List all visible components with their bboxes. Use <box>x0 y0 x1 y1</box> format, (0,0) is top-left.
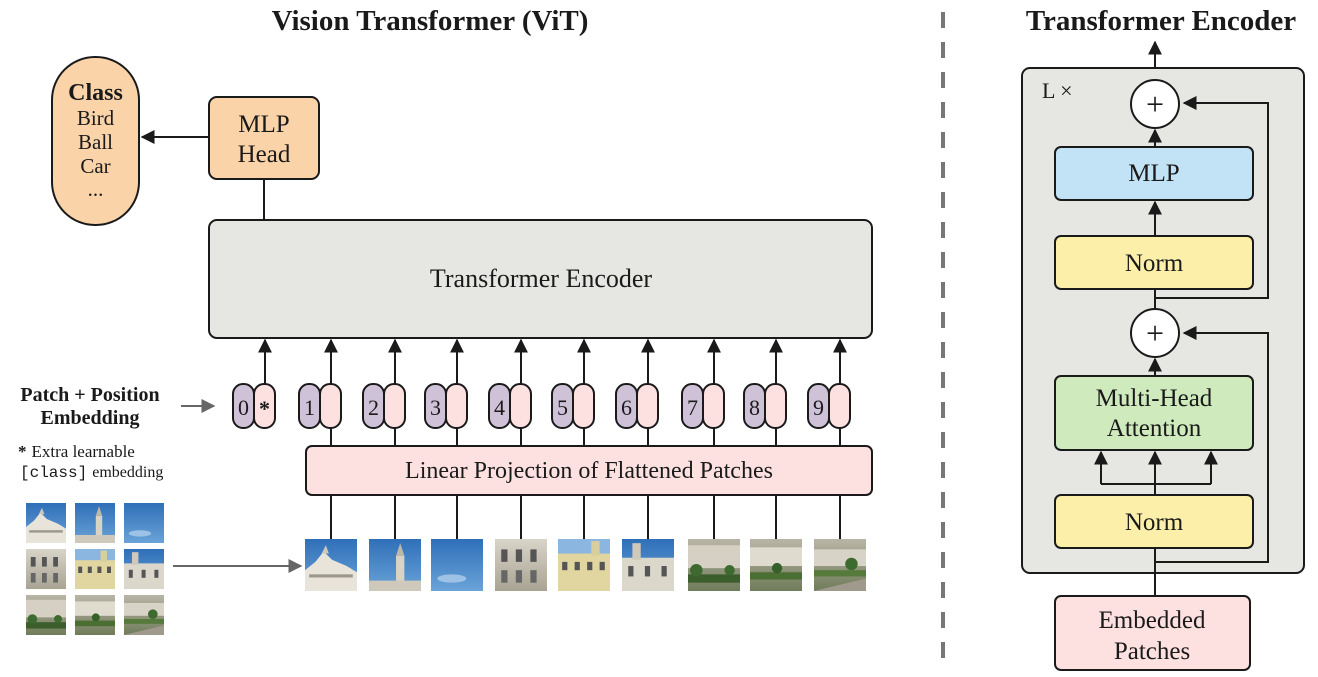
add-node-bottom: + <box>1130 308 1180 358</box>
embedding-label-line2: Embedding <box>41 407 140 429</box>
class-item: Ball <box>78 130 113 154</box>
embedding-token: 4 <box>488 383 532 429</box>
embedding-token: 0 * <box>232 383 276 429</box>
multi-head-attention-box: Multi-Head Attention <box>1054 375 1254 451</box>
image-grid-cell <box>75 595 115 635</box>
embedded-patches-line2: Patches <box>1114 638 1190 665</box>
class-output-box: Class Bird Ball Car ... <box>51 56 140 226</box>
position-index: 3 <box>430 395 441 420</box>
norm-box-bottom: Norm <box>1054 494 1254 549</box>
image-grid-cell <box>124 549 164 589</box>
plus-icon: + <box>1146 315 1164 351</box>
patch-image <box>495 539 547 591</box>
patch-image <box>305 539 357 591</box>
patch-embedding <box>383 383 406 429</box>
patch-embedding <box>764 383 787 429</box>
patch-image <box>688 539 740 591</box>
vit-architecture-diagram: Vision Transformer (ViT) Class Bird Ball… <box>0 0 1318 677</box>
transformer-encoder-label: Transformer Encoder <box>430 264 652 293</box>
patch-image <box>622 539 674 591</box>
add-node-top: + <box>1130 79 1180 129</box>
encoder-detail-title: Transformer Encoder <box>1026 5 1296 37</box>
norm-label-bottom: Norm <box>1125 509 1184 536</box>
embedded-patches-box: Embedded Patches <box>1054 595 1251 671</box>
mlp-head-label-line2: Head <box>238 141 291 168</box>
embedding-tokens: 0 * 1 2 3 4 5 6 7 8 9 <box>232 383 851 429</box>
norm-label-top: Norm <box>1125 250 1184 277</box>
embedding-token: 7 <box>681 383 725 429</box>
class-item: ... <box>88 177 104 201</box>
patch-embedding <box>572 383 595 429</box>
class-title: Class <box>68 80 123 106</box>
embedded-patches-line1: Embedded <box>1099 607 1206 634</box>
image-grid-cell <box>26 549 66 589</box>
plus-icon: + <box>1146 86 1164 122</box>
patch-image <box>750 539 802 591</box>
extra-embedding-note-line2: [class] embedding <box>20 464 163 482</box>
embedding-token: 2 <box>362 383 406 429</box>
embedding-token: 3 <box>424 383 468 429</box>
input-image-grid <box>26 503 164 635</box>
image-grid-cell <box>75 549 115 589</box>
mlp-label: MLP <box>1128 160 1179 187</box>
patch-image <box>369 539 421 591</box>
image-grid-cell <box>124 595 164 635</box>
class-item: Bird <box>77 106 115 130</box>
patch-marker: * <box>259 396 270 421</box>
patch-embedding <box>636 383 659 429</box>
linear-projection-box: Linear Projection of Flattened Patches <box>305 445 873 496</box>
embedding-token: 1 <box>298 383 342 429</box>
vit-title: Vision Transformer (ViT) <box>272 5 589 37</box>
mlp-head-box: MLP Head <box>208 96 320 180</box>
extra-embedding-note: * Extra learnable <box>18 442 135 461</box>
position-index: 9 <box>813 395 824 420</box>
patch-image <box>814 539 866 591</box>
diagram-svg: Vision Transformer (ViT) Class Bird Ball… <box>18 5 1305 671</box>
attention-label-line1: Multi-Head <box>1096 385 1213 412</box>
image-grid-cell <box>75 503 115 543</box>
note-line1: Extra learnable <box>32 442 135 461</box>
norm-box-top: Norm <box>1054 235 1254 290</box>
token-arrows <box>258 338 847 384</box>
note-star: * <box>18 442 27 461</box>
position-index: 2 <box>368 395 379 420</box>
embedding-label-line1: Patch + Position <box>20 384 159 406</box>
image-grid-cell <box>26 503 66 543</box>
note-line2: embedding <box>92 464 163 481</box>
position-index: 8 <box>749 395 760 420</box>
position-index: 7 <box>687 395 698 420</box>
position-index: 5 <box>557 395 568 420</box>
position-index: 6 <box>621 395 632 420</box>
linear-projection-label: Linear Projection of Flattened Patches <box>405 458 773 484</box>
position-index: 1 <box>304 395 315 420</box>
patch-embedding <box>828 383 851 429</box>
patch-embedding <box>702 383 725 429</box>
repeat-label: L × <box>1042 78 1073 103</box>
mlp-box: MLP <box>1054 146 1254 201</box>
image-grid-cell <box>26 595 66 635</box>
embedding-token: 5 <box>551 383 595 429</box>
patch-embedding <box>509 383 532 429</box>
patch-image <box>431 539 483 591</box>
class-item: Car <box>80 154 110 178</box>
embedding-token: 9 <box>807 383 851 429</box>
patch-embedding <box>319 383 342 429</box>
patch-embedding <box>445 383 468 429</box>
position-index: 0 <box>238 395 249 420</box>
attention-label-line2: Attention <box>1107 415 1202 442</box>
position-index: 4 <box>494 395 505 420</box>
patch-image <box>558 539 610 591</box>
image-grid-cell <box>124 503 164 543</box>
note-class-code: [class] <box>20 464 87 482</box>
embedding-token: 8 <box>743 383 787 429</box>
mlp-head-label-line1: MLP <box>238 111 289 138</box>
embedding-token: 6 <box>615 383 659 429</box>
transformer-encoder-box: Transformer Encoder <box>208 219 873 339</box>
